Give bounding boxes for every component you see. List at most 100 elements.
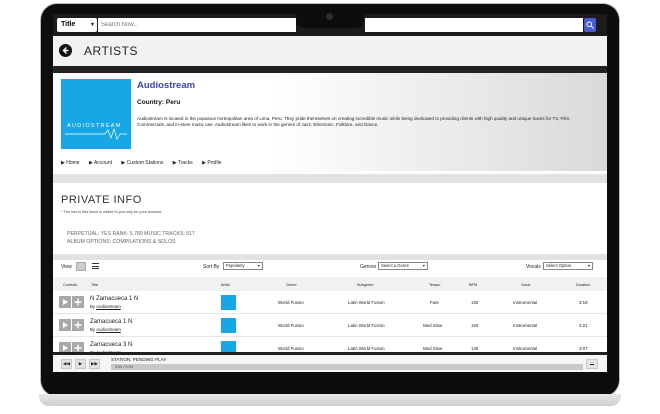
track-title[interactable]: N Zamacueca 1 N bbox=[90, 296, 138, 302]
search-icon bbox=[586, 21, 594, 29]
search-input-extension[interactable] bbox=[365, 18, 583, 32]
track-vocal: Instrumental bbox=[513, 346, 538, 351]
genres-label: Genres bbox=[360, 264, 377, 270]
play-button[interactable] bbox=[59, 319, 71, 331]
next-button[interactable]: ▶▶ bbox=[89, 359, 100, 369]
player-status: STATION: PENDING PLAY bbox=[111, 357, 167, 362]
column-header: Genre bbox=[286, 283, 297, 287]
genres-value: Select a Genre bbox=[381, 263, 409, 268]
table-header: Controls Title Artist Genre Subgenre Tem… bbox=[53, 277, 607, 291]
track-tempo: Fast bbox=[430, 300, 439, 305]
table-row[interactable]: N Zamacueca 1 N By Audiostream World Fus… bbox=[53, 292, 607, 314]
track-tempo: Med Slow bbox=[423, 323, 443, 328]
track-bpm: 150 bbox=[471, 300, 479, 305]
artist-name[interactable]: Audiostream bbox=[137, 80, 195, 91]
chevron-down-icon: ▾ bbox=[90, 22, 94, 28]
previous-button[interactable]: ◀◀ bbox=[61, 359, 72, 369]
track-title[interactable]: Zamacueca 3 N bbox=[90, 342, 132, 348]
back-arrow-icon[interactable] bbox=[59, 44, 72, 57]
track-bpm: 140 bbox=[471, 346, 479, 351]
artist-profile: AUDIOSTREAM Audiostream Country: Peru Au… bbox=[53, 73, 607, 171]
camera-icon bbox=[326, 13, 333, 20]
track-genre: World Fusion bbox=[278, 346, 304, 351]
column-header: Controls bbox=[63, 283, 78, 287]
column-header: Vocal bbox=[521, 283, 531, 287]
artist-description: Audiostream is located in the populous m… bbox=[137, 116, 571, 128]
progress-bar[interactable]: 0:00 / 0:00 bbox=[111, 364, 583, 370]
track-duration: 3:07 bbox=[579, 346, 588, 351]
vocals-select[interactable]: Select Option ▾ bbox=[543, 262, 593, 270]
genres-select[interactable]: Select a Genre ▾ bbox=[378, 262, 428, 270]
view-label: View bbox=[61, 264, 72, 270]
add-button[interactable] bbox=[72, 296, 84, 308]
player-menu-button[interactable] bbox=[586, 359, 598, 369]
divider bbox=[53, 174, 607, 183]
play-button[interactable] bbox=[59, 296, 71, 308]
screen: Title ▾ ARTISTS AUDIOSTREAM Audiostream … bbox=[53, 14, 607, 388]
column-header: Tempo bbox=[429, 283, 441, 287]
plus-icon bbox=[74, 298, 82, 306]
nav-label: Custom Stations bbox=[126, 160, 164, 166]
track-duration: 3:21 bbox=[579, 323, 588, 328]
play-icon bbox=[63, 345, 68, 351]
private-info-note: * The info in this block is visible to y… bbox=[61, 210, 163, 214]
track-title[interactable]: Zamacueca 1 N bbox=[90, 319, 132, 325]
column-header: Artist bbox=[221, 283, 230, 287]
artist-nav: ▶ Home ▶ Account ▶ Custom Stations ▶ Tra… bbox=[61, 160, 230, 166]
stats-line: PERPETUAL: YES RANK: 5,789 MUSIC TRACKS:… bbox=[67, 231, 195, 237]
chevron-down-icon: ▾ bbox=[257, 263, 260, 268]
nav-item-home[interactable]: ▶ Home bbox=[61, 160, 84, 166]
track-artwork bbox=[221, 318, 236, 333]
private-info-stats: PERPETUAL: YES RANK: 5,789 MUSIC TRACKS:… bbox=[67, 230, 195, 246]
private-info-title: PRIVATE INFO bbox=[61, 194, 142, 206]
search-field-value: Title bbox=[61, 21, 76, 28]
column-header: BPM bbox=[469, 283, 478, 287]
plus-icon bbox=[74, 321, 82, 329]
track-subgenre: Latin World Fusion bbox=[348, 346, 385, 351]
table-row[interactable]: Zamacueca 1 N By Audiostream World Fusio… bbox=[53, 315, 607, 337]
chevron-down-icon: ▾ bbox=[422, 263, 425, 268]
column-header: Subgenre bbox=[357, 283, 374, 287]
track-artwork bbox=[221, 295, 236, 310]
track-subgenre: Latin World Fusion bbox=[348, 323, 385, 328]
waveform-icon bbox=[65, 128, 127, 140]
page-title: ARTISTS bbox=[84, 44, 138, 58]
track-artist-link[interactable]: Audiostream bbox=[96, 304, 121, 309]
chevron-down-icon: ▾ bbox=[587, 263, 590, 268]
player-time: 0:00 / 0:00 bbox=[115, 365, 133, 369]
track-toolbar: View Sort By Popularity ▾ Genres Select a… bbox=[53, 260, 607, 274]
column-header: Title bbox=[91, 283, 99, 287]
vocals-label: Vocals bbox=[526, 264, 541, 270]
stats-line: ALBUM OPTIONS: COMPILATIONS & SOLOS bbox=[67, 239, 176, 245]
nav-item-tracks[interactable]: ▶ Tracks bbox=[173, 160, 197, 166]
nav-item-account[interactable]: ▶ Account bbox=[89, 160, 116, 166]
track-subgenre: Latin World Fusion bbox=[348, 300, 385, 305]
nav-label: Tracks bbox=[177, 160, 193, 166]
nav-label: Profile bbox=[207, 160, 222, 166]
audio-player: ◀◀ ▶ ▶▶ STATION: PENDING PLAY 0:00 / 0:0… bbox=[53, 352, 607, 372]
track-artist-line: By Audiostream bbox=[90, 304, 121, 309]
nav-label: Account bbox=[93, 160, 113, 166]
artist-logo: AUDIOSTREAM bbox=[61, 79, 131, 149]
grid-view-icon[interactable] bbox=[76, 262, 86, 271]
list-view-icon[interactable] bbox=[92, 263, 99, 269]
track-genre: World Fusion bbox=[278, 323, 304, 328]
search-field-select[interactable]: Title ▾ bbox=[57, 18, 97, 32]
artist-country: Country: Peru bbox=[137, 99, 181, 106]
track-duration: 3:18 bbox=[579, 300, 588, 305]
track-artist-link[interactable]: Audiostream bbox=[96, 327, 121, 332]
add-button[interactable] bbox=[72, 319, 84, 331]
nav-item-custom-stations[interactable]: ▶ Custom Stations bbox=[121, 160, 167, 166]
play-pause-button[interactable]: ▶ bbox=[75, 359, 86, 369]
track-tempo: Med Slow bbox=[423, 346, 443, 351]
nav-item-profile[interactable]: ▶ Profile bbox=[202, 160, 225, 166]
sort-select[interactable]: Popularity ▾ bbox=[223, 262, 263, 270]
nav-label: Home bbox=[66, 160, 80, 166]
camera-notch bbox=[296, 5, 364, 28]
by-label: By bbox=[90, 327, 96, 332]
play-icon bbox=[63, 299, 68, 305]
search-button[interactable] bbox=[584, 18, 596, 32]
sort-value: Popularity bbox=[226, 263, 245, 268]
sort-label: Sort By bbox=[203, 264, 220, 270]
search-input[interactable] bbox=[98, 18, 296, 32]
